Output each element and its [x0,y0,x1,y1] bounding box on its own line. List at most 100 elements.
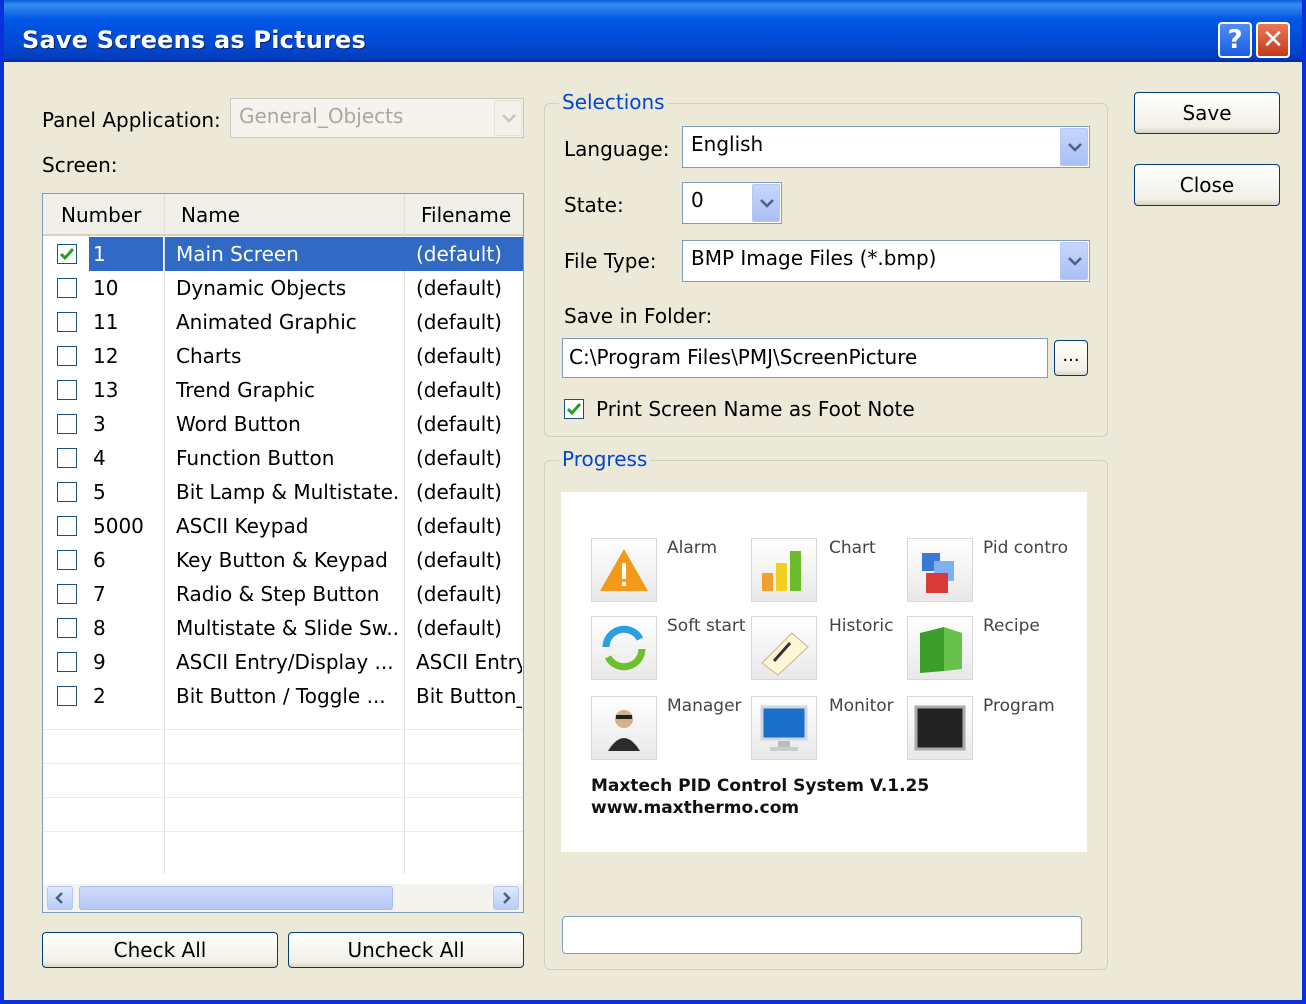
file-type-select[interactable]: BMP Image Files (*.bmp) [682,240,1090,282]
preview-image: Alarm Chart Pid contro Soft start Histor… [561,492,1087,852]
save-folder-value: C:\Program Files\PMJ\ScreenPicture [569,345,918,369]
row-checkbox[interactable] [57,346,77,366]
close-window-button[interactable]: ✕ [1256,22,1290,58]
help-button[interactable]: ? [1218,22,1252,58]
table-row[interactable]: 13 Trend Graphic (default) [43,373,523,407]
cell-name: Function Button [176,446,335,470]
cell-filename: (default) [416,480,502,504]
row-checkbox[interactable] [57,482,77,502]
table-row[interactable]: 1 Main Screen (default) [43,237,523,271]
row-checkbox[interactable] [57,686,77,706]
row-checkbox[interactable] [57,312,77,332]
cell-filename: Bit Button_ [416,684,522,708]
title-bar[interactable]: Save Screens as Pictures ? ✕ [4,0,1302,62]
cell-filename: (default) [416,446,502,470]
bar-chart-icon [751,538,817,602]
cell-number: 12 [93,344,119,368]
language-label: Language: [564,137,670,161]
manager-person-icon [591,696,657,760]
state-select[interactable]: 0 [682,182,782,224]
cell-number: 8 [93,616,106,640]
table-row[interactable]: 5 Bit Lamp & Multistate... (default) [43,475,523,509]
panel-application-select[interactable]: General_Objects [230,98,524,138]
table-row[interactable]: 9 ASCII Entry/Display ... ASCII Entry [43,645,523,679]
cell-number: 2 [93,684,106,708]
cell-number: 13 [93,378,119,402]
column-header-name[interactable]: Name [181,203,240,227]
row-checkbox[interactable] [57,584,77,604]
row-checkbox[interactable] [57,550,77,570]
window-title: Save Screens as Pictures [22,26,367,54]
chevron-down-icon [1060,242,1088,280]
uncheck-all-button[interactable]: Uncheck All [288,932,524,968]
screen-list[interactable]: Number Name Filename 1 Main Screen (defaul… [42,193,524,913]
table-row[interactable]: 8 Multistate & Slide Sw... (default) [43,611,523,645]
browse-folder-button[interactable]: ... [1054,340,1088,376]
cell-number: 10 [93,276,119,300]
scrollbar-thumb[interactable] [79,886,393,910]
cell-name: Trend Graphic [176,378,315,402]
column-header-filename[interactable]: Filename [421,203,511,227]
cell-number: 4 [93,446,106,470]
cell-number: 1 [89,237,163,271]
print-name-checkbox[interactable] [564,399,584,419]
close-button[interactable]: Close [1134,164,1280,206]
screen-label: Screen: [42,153,118,177]
horizontal-scrollbar[interactable] [43,884,523,912]
save-folder-label: Save in Folder: [564,304,713,328]
cell-filename: (default) [403,237,523,271]
cell-number: 5000 [93,514,144,538]
row-checkbox[interactable] [57,244,77,264]
chevron-down-icon [494,100,522,136]
column-header-number[interactable]: Number [61,203,141,227]
cell-number: 6 [93,548,106,572]
cell-filename: (default) [416,412,502,436]
row-checkbox[interactable] [57,618,77,638]
cell-name: Bit Lamp & Multistate... [176,480,401,504]
row-checkbox[interactable] [57,448,77,468]
tile-label-alarm: Alarm [667,538,718,558]
scroll-left-button[interactable] [47,886,73,910]
save-button[interactable]: Save [1134,92,1280,134]
tile-label-chart: Chart [829,538,876,558]
file-type-label: File Type: [564,249,657,273]
cell-filename: (default) [416,514,502,538]
row-checkbox[interactable] [57,414,77,434]
alarm-warning-icon [591,538,657,602]
file-type-value: BMP Image Files (*.bmp) [691,246,937,270]
cell-filename: (default) [416,548,502,572]
cell-name: Main Screen [165,237,403,271]
table-row[interactable]: 11 Animated Graphic (default) [43,305,523,339]
table-row[interactable]: 12 Charts (default) [43,339,523,373]
language-select[interactable]: English [682,126,1090,168]
table-row[interactable]: 10 Dynamic Objects (default) [43,271,523,305]
progress-bar [562,916,1082,954]
cell-number: 5 [93,480,106,504]
row-checkbox[interactable] [57,652,77,672]
cell-name: Word Button [176,412,301,436]
print-name-label[interactable]: Print Screen Name as Foot Note [596,397,915,421]
tile-label-program: Program [983,696,1055,716]
table-row[interactable]: 2 Bit Button / Toggle ... Bit Button_ [43,679,523,713]
cell-name: Key Button & Keypad [176,548,388,572]
cell-filename: (default) [416,310,502,334]
panel-application-value: General_Objects [239,104,404,128]
cell-filename: (default) [416,616,502,640]
row-checkbox[interactable] [57,278,77,298]
scroll-right-button[interactable] [493,886,519,910]
cell-name: Bit Button / Toggle ... [176,684,386,708]
pid-blocks-icon [907,538,973,602]
row-checkbox[interactable] [57,516,77,536]
table-row[interactable]: 7 Radio & Step Button (default) [43,577,523,611]
recipe-book-icon [907,616,973,680]
save-folder-input[interactable]: C:\Program Files\PMJ\ScreenPicture [562,338,1048,378]
table-row[interactable]: 5000 ASCII Keypad (default) [43,509,523,543]
table-row[interactable]: 4 Function Button (default) [43,441,523,475]
chevron-down-icon [1060,128,1088,166]
table-row[interactable]: 6 Key Button & Keypad (default) [43,543,523,577]
table-row[interactable]: 3 Word Button (default) [43,407,523,441]
cell-name: Animated Graphic [176,310,357,334]
cell-number: 3 [93,412,106,436]
check-all-button[interactable]: Check All [42,932,278,968]
row-checkbox[interactable] [57,380,77,400]
